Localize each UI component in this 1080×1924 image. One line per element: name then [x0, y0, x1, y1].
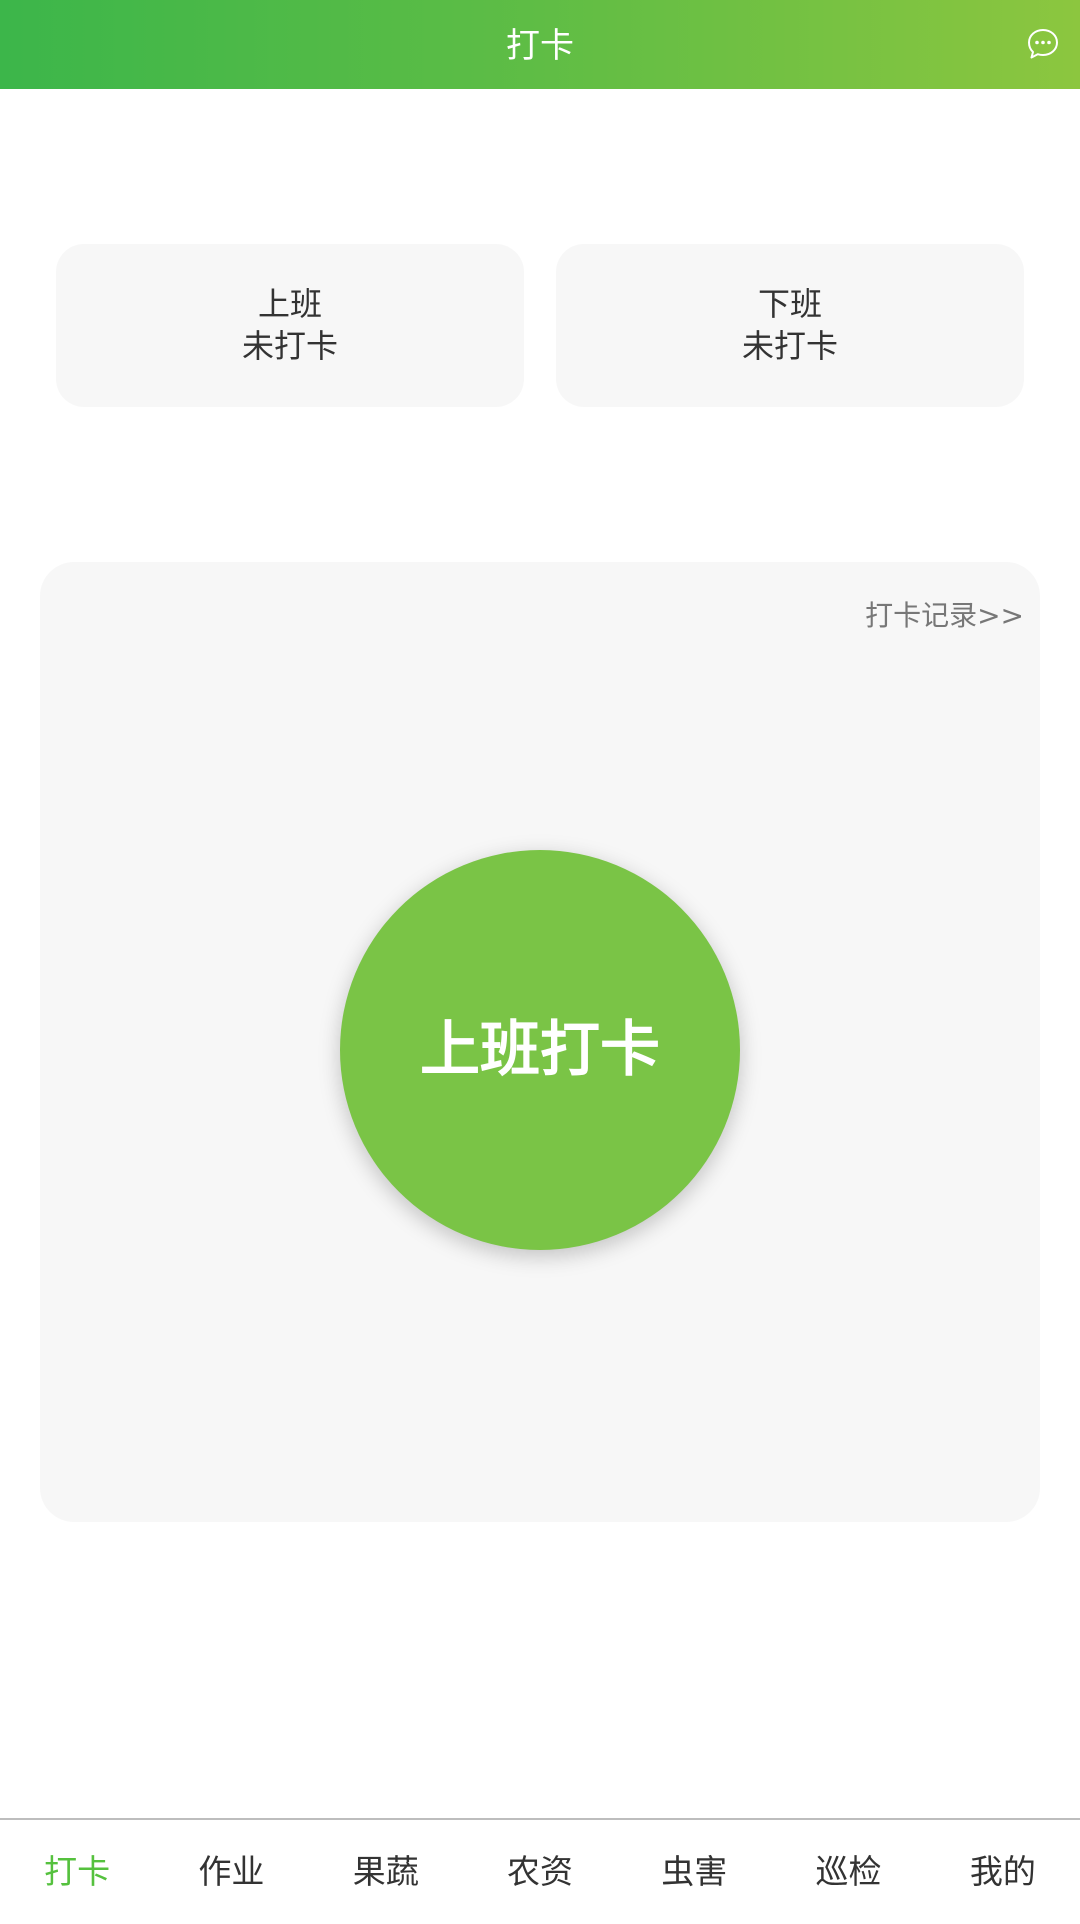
on-duty-status-card: 上班 未打卡 [56, 244, 524, 407]
off-duty-status-card: 下班 未打卡 [556, 244, 1024, 407]
nav-item-produce[interactable]: 果蔬 [309, 1820, 463, 1922]
nav-item-supplies[interactable]: 农资 [463, 1820, 617, 1922]
punch-panel: 打卡记录>> 上班打卡 [40, 562, 1040, 1522]
off-duty-label: 下班 [757, 285, 822, 323]
nav-item-mine[interactable]: 我的 [926, 1820, 1080, 1922]
nav-item-inspection[interactable]: 巡检 [771, 1820, 925, 1922]
on-duty-label: 上班 [257, 285, 322, 323]
nav-item-pests[interactable]: 虫害 [617, 1820, 771, 1922]
on-duty-status: 未打卡 [241, 327, 338, 365]
bottom-nav: 打卡 作业 果蔬 农资 虫害 巡检 我的 [0, 1818, 1080, 1922]
off-duty-status: 未打卡 [741, 327, 838, 365]
chat-bubble-icon [1028, 29, 1058, 59]
nav-item-work[interactable]: 作业 [154, 1820, 308, 1922]
page-title: 打卡 [506, 26, 574, 66]
punch-in-button[interactable]: 上班打卡 [340, 850, 740, 1250]
nav-item-punch[interactable]: 打卡 [0, 1820, 154, 1922]
header-bar: 打卡 [0, 0, 1080, 89]
punch-record-link[interactable]: 打卡记录>> [865, 594, 1024, 634]
message-icon[interactable] [1026, 27, 1060, 61]
